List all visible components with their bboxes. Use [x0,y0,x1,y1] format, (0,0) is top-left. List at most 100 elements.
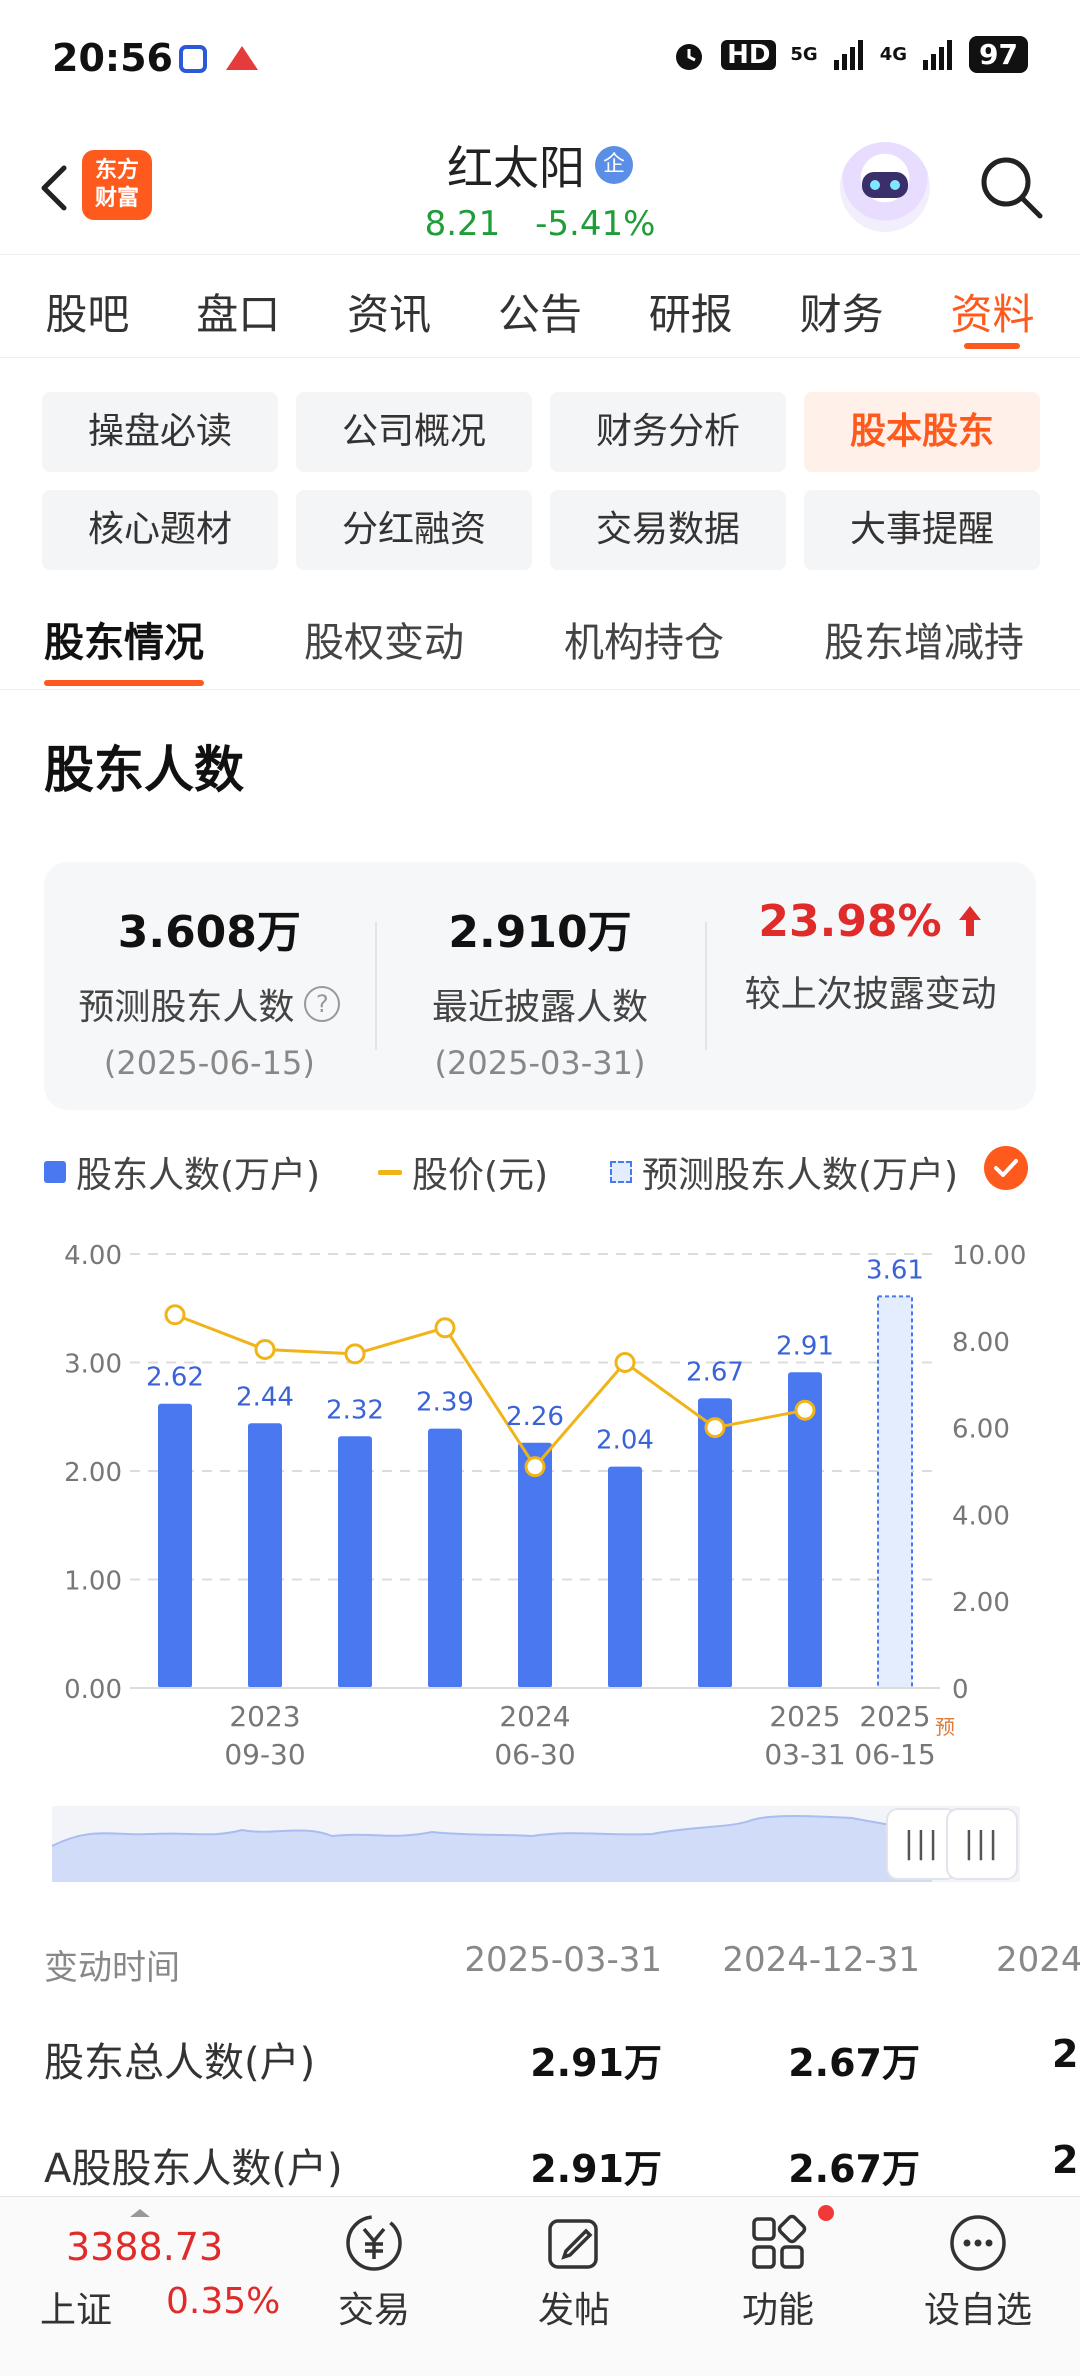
caret-up-icon[interactable] [130,2209,150,2217]
slider-preview [51,1815,933,1882]
table-header-cell: 2025-03-31 [464,1940,662,1980]
bar [338,1436,372,1688]
check-icon[interactable] [984,1146,1028,1190]
main-tabs: 股吧 盘口 资讯 公告 研报 财务 资料 [0,254,1080,358]
right-axis-tick: 6.00 [952,1415,1010,1445]
nav-post[interactable]: 发帖 [504,2211,644,2333]
tab-announcements[interactable]: 公告 [498,255,582,357]
subtab-holder-changes[interactable]: 股东增减持 [824,610,1024,668]
price-point [434,1317,456,1339]
tab-pankou[interactable]: 盘口 [196,255,280,357]
nav-add-watchlist[interactable]: 设自选 [908,2211,1048,2333]
x-axis-year: 2023 [229,1700,300,1733]
price-point [704,1417,726,1439]
right-axis-tick: 4.00 [952,1501,1010,1531]
left-axis-tick: 3.00 [64,1350,122,1380]
chip-trade-data[interactable]: 交易数据 [550,490,786,570]
bar [428,1428,462,1688]
section-title: 股东人数 [44,741,244,799]
bar-value-label: 2.04 [596,1426,654,1456]
subtab-equity-change[interactable]: 股权变动 [304,610,464,668]
edit-post-icon [548,2219,598,2269]
notification-dot [818,2205,834,2221]
chip-dividends[interactable]: 分红融资 [296,490,532,570]
legend-pred-swatch [610,1161,632,1183]
x-axis-year: 2025 [859,1700,930,1733]
tab-news[interactable]: 资讯 [347,255,431,357]
logo-line-1: 东方 [94,158,139,183]
stat-label: 最近披露人数 [432,978,648,1030]
signal-4g-label: 4G [879,44,908,65]
nav-features-label: 功能 [741,2290,814,2331]
stock-change-pct: -5.41% [535,204,656,244]
table-cell: 2 [1052,2032,1079,2076]
bar [158,1403,192,1688]
bar [608,1466,642,1688]
index-change[interactable]: 0.35% [166,2281,280,2322]
tab-research[interactable]: 研报 [649,255,733,357]
nav-features[interactable]: 功能 [708,2211,848,2333]
price-line: 8.21 -5.41% [340,204,740,244]
right-axis-tick: 2.00 [952,1588,1010,1618]
legend-line-swatch [378,1169,402,1175]
legend-line-label: 股价(元) [412,1155,549,1196]
price-point [164,1304,186,1326]
subtab-shareholders[interactable]: 股东情况 [44,610,204,686]
stat-label-text: 较上次披露变动 [744,974,997,1015]
nav-add-watchlist-label: 设自选 [923,2290,1032,2331]
status-time: 20:56 [52,36,173,80]
chip-must-read[interactable]: 操盘必读 [42,392,278,472]
x-axis-date: 09-30 [224,1738,305,1771]
status-bar: 20:56 HD 5G 4G 97 [0,0,1080,120]
nav-trade[interactable]: 交易 [304,2211,444,2333]
chip-share-capital[interactable]: 股本股东 [804,392,1040,472]
assistant-robot-icon[interactable] [840,142,930,232]
logo-line-2: 财富 [94,186,139,211]
stat-date: (2025-03-31) [434,1044,646,1082]
legend-bar-swatch [44,1161,66,1183]
range-slider[interactable]: ||| ||| [51,1806,1020,1882]
stat-change-value: 23.98% [758,896,942,947]
predicted-bar [877,1295,913,1689]
header: 东方 财富 红太阳 企 8.21 -5.41% [0,120,1080,254]
table-header-cell: 2024 [996,1940,1080,1980]
table-row: 股东总人数(户) 2.91万 2.67万 2 [0,2000,1080,2106]
legend-line[interactable]: 股价(元) [378,1146,548,1198]
stat-value: 2.910万 [448,907,632,958]
chevron-left-icon[interactable] [24,158,84,218]
chip-core-themes[interactable]: 核心题材 [42,490,278,570]
stat-card: 3.608万 预测股东人数 ? (2025-06-15) 2.910万 最近披露… [44,862,1036,1110]
bar-value-label: 3.61 [866,1255,924,1285]
legend-bar-label: 股东人数(万户) [76,1155,321,1196]
app-notification-icon-2 [226,46,258,70]
bar-value-label: 2.44 [236,1382,294,1412]
tab-finance[interactable]: 财务 [800,255,884,357]
stat-label-text: 最近披露人数 [432,987,649,1028]
x-axis-year: 2024 [499,1700,570,1733]
index-name[interactable]: 上证 [40,2281,112,2333]
chip-company-overview[interactable]: 公司概况 [296,392,532,472]
bar-value-label: 2.32 [326,1395,384,1425]
right-axis-tick: 10.00 [952,1241,1026,1271]
trade-yen-icon [346,2215,402,2271]
chart-legend: 股东人数(万户) 股价(元) 预测股东人数(万户) [44,1146,1036,1196]
left-axis-tick: 1.00 [64,1567,122,1597]
table-cell: 2 [1052,2138,1079,2182]
table-cell: 2.67万 [788,2041,920,2085]
chip-events[interactable]: 大事提醒 [804,490,1040,570]
legend-pred[interactable]: 预测股东人数(万户) [610,1146,958,1198]
index-value[interactable]: 3388.73 [66,2225,223,2269]
search-icon[interactable] [976,152,1046,222]
subtab-institutions[interactable]: 机构持仓 [564,610,724,668]
legend-bar[interactable]: 股东人数(万户) [44,1146,320,1198]
tab-guba[interactable]: 股吧 [45,255,129,357]
left-axis-tick: 0.00 [64,1675,122,1705]
tab-profile[interactable]: 资料 [950,255,1034,357]
price-point [524,1456,546,1478]
price-point [614,1352,636,1373]
x-axis-year: 2025 [769,1700,840,1733]
chip-financial-analysis[interactable]: 财务分析 [550,392,786,472]
slider-handle-right[interactable]: ||| [946,1808,1018,1880]
alarm-icon [676,43,703,70]
help-icon[interactable]: ? [304,986,341,1022]
